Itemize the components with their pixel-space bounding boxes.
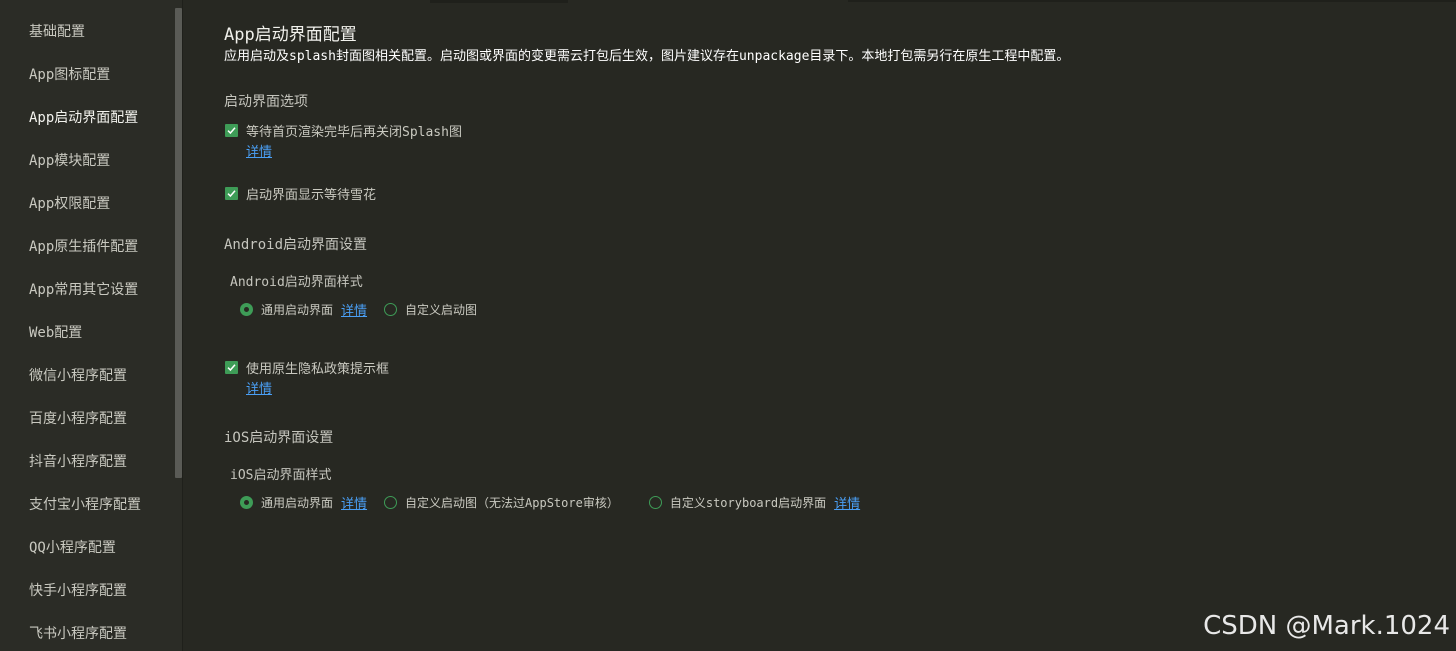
settings-main-panel: App启动界面配置 应用启动及splash封面图相关配置。启动图或界面的变更需云… [184, 0, 1456, 651]
ios-custom-image-radio[interactable] [384, 496, 398, 509]
ios-option-storyboard[interactable]: 自定义storyboard启动界面 [648, 494, 827, 511]
android-generic-details-link[interactable]: 详情 [341, 300, 367, 319]
android-generic-radio[interactable] [240, 303, 253, 316]
sidebar-item-baidu-miniprogram[interactable]: 百度小程序配置 [29, 408, 127, 428]
wait-render-details-link[interactable]: 详情 [246, 141, 272, 160]
section-title-ios: iOS启动界面设置 [224, 430, 334, 446]
sidebar-item-app-permissions[interactable]: App权限配置 [29, 193, 110, 213]
ios-storyboard-details-link[interactable]: 详情 [834, 493, 860, 512]
sidebar-item-douyin-miniprogram[interactable]: 抖音小程序配置 [29, 451, 127, 471]
csdn-watermark: CSDN @Mark.1024 [1203, 611, 1450, 641]
page-description: 应用启动及splash封面图相关配置。启动图或界面的变更需云打包后生效，图片建议… [224, 49, 1070, 64]
sidebar-item-app-icon[interactable]: App图标配置 [29, 64, 110, 84]
android-style-title: Android启动界面样式 [230, 275, 363, 290]
android-option-custom-image[interactable]: 自定义启动图 [384, 301, 477, 318]
ios-storyboard-radio[interactable] [648, 496, 662, 509]
ios-option-generic[interactable]: 通用启动界面 [240, 494, 333, 511]
native-privacy-label: 使用原生隐私政策提示框 [246, 362, 390, 377]
check-icon [227, 364, 236, 372]
sidebar-item-wechat-miniprogram[interactable]: 微信小程序配置 [29, 365, 127, 385]
sidebar-item-app-modules[interactable]: App模块配置 [29, 150, 110, 170]
android-style-radio-group: 通用启动界面 详情 自定义启动图 [240, 300, 477, 319]
sidebar-item-app-splash[interactable]: App启动界面配置 [29, 107, 138, 127]
check-icon [227, 190, 236, 198]
sidebar-item-qq-miniprogram[interactable]: QQ小程序配置 [29, 537, 116, 557]
sidebar-item-app-native-plugins[interactable]: App原生插件配置 [29, 236, 138, 256]
native-privacy-row: 使用原生隐私政策提示框 [225, 358, 389, 377]
sidebar-item-feishu-miniprogram[interactable]: 飞书小程序配置 [29, 623, 127, 643]
wait-render-row: 等待首页渲染完毕后再关闭Splash图 [225, 121, 462, 140]
ios-option-custom-image[interactable]: 自定义启动图（无法过AppStore审核） [384, 494, 619, 511]
wait-render-label: 等待首页渲染完毕后再关闭Splash图 [246, 125, 462, 140]
ios-style-radio-group: 通用启动界面 详情 自定义启动图（无法过AppStore审核） 自定义story… [240, 493, 860, 512]
sidebar-item-app-other-settings[interactable]: App常用其它设置 [29, 279, 138, 299]
show-snowflake-checkbox[interactable] [225, 187, 238, 200]
sidebar-item-alipay-miniprogram[interactable]: 支付宝小程序配置 [29, 494, 141, 514]
ios-generic-details-link[interactable]: 详情 [341, 493, 367, 512]
ios-style-title: iOS启动界面样式 [230, 468, 332, 483]
ios-generic-radio[interactable] [240, 496, 253, 509]
sidebar-item-basic[interactable]: 基础配置 [29, 21, 85, 41]
show-snowflake-row: 启动界面显示等待雪花 [225, 184, 376, 203]
show-snowflake-label: 启动界面显示等待雪花 [246, 188, 377, 203]
ios-custom-image-label: 自定义启动图（无法过AppStore审核） [405, 496, 619, 510]
settings-sidebar: 基础配置 App图标配置 App启动界面配置 App模块配置 App权限配置 A… [0, 0, 183, 651]
page-title: App启动界面配置 [224, 25, 357, 45]
sidebar-item-web[interactable]: Web配置 [29, 322, 82, 342]
sidebar-item-kuaishou-miniprogram[interactable]: 快手小程序配置 [29, 580, 127, 600]
section-title-splash-options: 启动界面选项 [224, 94, 308, 110]
check-icon [227, 127, 236, 135]
android-custom-image-radio[interactable] [384, 303, 398, 316]
ios-generic-label: 通用启动界面 [261, 496, 334, 510]
native-privacy-checkbox[interactable] [225, 361, 238, 374]
android-option-generic[interactable]: 通用启动界面 [240, 301, 333, 318]
android-generic-label: 通用启动界面 [261, 303, 334, 317]
ios-storyboard-label: 自定义storyboard启动界面 [669, 496, 827, 510]
native-privacy-details-link[interactable]: 详情 [246, 378, 272, 397]
sidebar-scrollbar[interactable] [175, 8, 182, 478]
wait-render-checkbox[interactable] [225, 124, 238, 137]
section-title-android: Android启动界面设置 [224, 237, 368, 253]
android-custom-image-label: 自定义启动图 [405, 303, 478, 317]
